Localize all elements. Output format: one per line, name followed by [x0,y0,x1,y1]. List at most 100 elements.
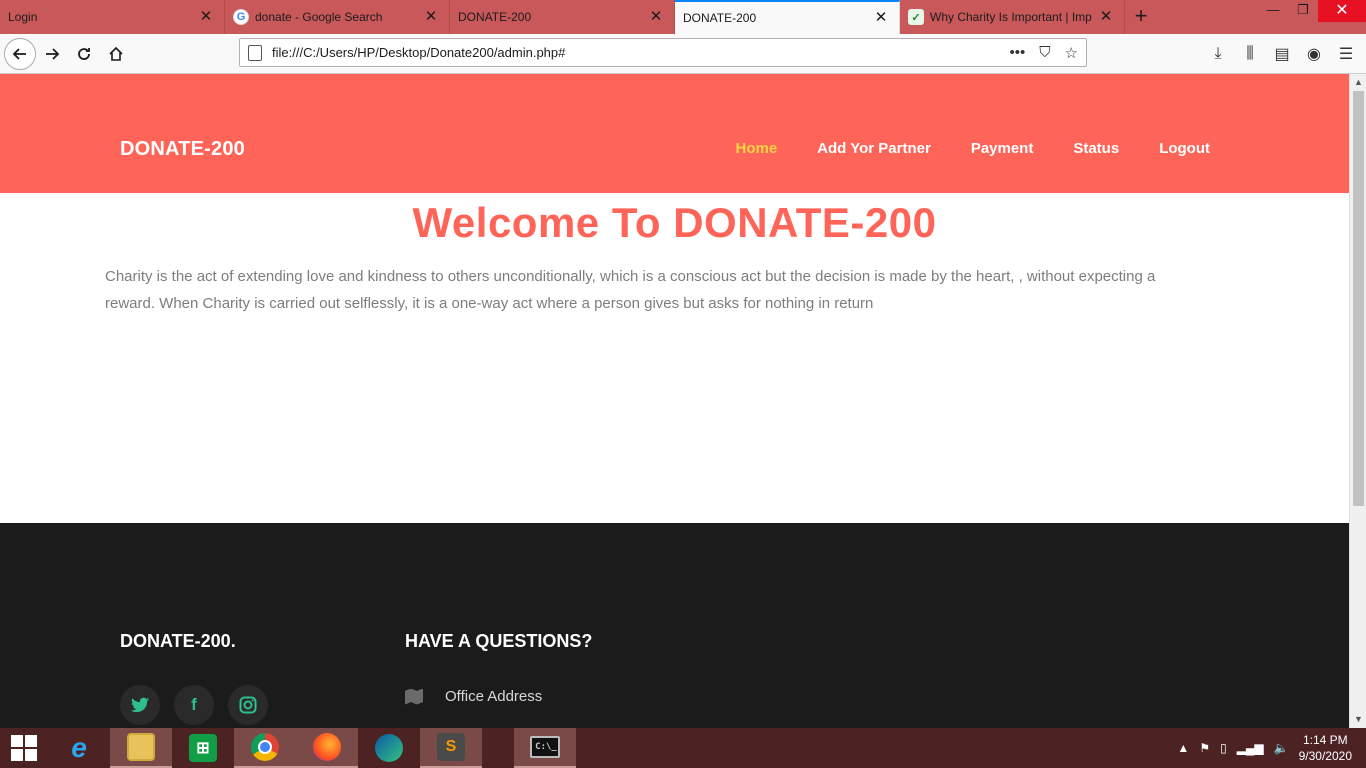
system-tray: ▲ ⚑ ▯ ▂▄▆ 🔈 1:14 PM 9/30/2020 [1177,732,1366,764]
tab-title: donate - Google Search [255,10,383,24]
office-address: Office Address [405,688,542,705]
tab-title: DONATE-200 [683,11,757,25]
tab-donate-200-active[interactable]: DONATE-200 ✕ [675,0,900,34]
new-tab-button[interactable]: + [1125,0,1157,34]
window-controls: — ❐ ✕ [1258,0,1366,34]
command-prompt-icon: C:\_ [530,736,560,758]
tab-title: Login [8,10,38,24]
questions-heading: HAVE A QUESTIONS? [405,631,593,651]
office-address-label: Office Address [445,688,543,705]
close-tab-icon[interactable]: ✕ [1098,9,1114,25]
arrow-left-icon [12,47,26,60]
tab-login[interactable]: Login ✕ [0,0,225,34]
firefox-icon [313,733,341,761]
menu-item-payment[interactable]: Payment [971,140,1034,157]
clock-date: 9/30/2020 [1298,749,1352,763]
close-tab-icon[interactable]: ✕ [423,9,439,25]
sublime-text-icon: S [437,733,465,761]
flag-icon[interactable]: ⚑ [1199,741,1210,755]
start-button[interactable] [0,728,48,768]
pocket-icon[interactable]: ⛉ [1039,44,1050,62]
url-text[interactable]: file:///C:/Users/HP/Desktop/Donate200/ad… [272,45,1010,60]
menu-item-logout[interactable]: Logout [1159,140,1210,157]
volume-icon[interactable]: 🔈 [1274,741,1289,755]
scroll-thumb[interactable] [1353,91,1364,506]
restore-icon[interactable]: ❐ [1288,0,1318,34]
taskbar-cmd[interactable]: C:\_ [514,728,576,768]
taskbar-edge[interactable] [358,728,420,768]
intro-paragraph: Charity is the act of extending love and… [105,268,1156,312]
social-links: f [120,685,268,725]
site-menu: Home Add Yor Partner Payment Status Logo… [735,140,1210,157]
reload-button[interactable] [68,38,100,70]
address-bar[interactable]: file:///C:/Users/HP/Desktop/Donate200/ad… [239,38,1087,67]
taskbar-internet-explorer[interactable]: e [48,728,110,768]
store-icon: ⊞ [189,734,217,762]
page-title: Welcome To DONATE-200 [412,199,937,246]
file-explorer-icon [127,733,155,761]
bookmark-star-icon[interactable]: ☆ [1065,44,1078,62]
browser-navbar: file:///C:/Users/HP/Desktop/Donate200/ad… [0,34,1366,74]
sidebar-icon[interactable]: ▤ [1266,38,1298,70]
back-button[interactable] [4,37,36,70]
tab-google-search[interactable]: G donate - Google Search ✕ [225,0,450,34]
menu-item-add-partner[interactable]: Add Yor Partner [817,140,931,157]
tab-title: Why Charity Is Important | Imp [930,10,1092,24]
tab-donate-200[interactable]: DONATE-200 ✕ [450,0,675,34]
page-scrollbar[interactable]: ▲ ▼ [1349,74,1366,728]
more-actions-icon[interactable]: ••• [1010,44,1026,62]
chrome-icon [251,733,279,761]
instagram-icon[interactable] [228,685,268,725]
site-header: DONATE-200 Home Add Yor Partner Payment … [0,74,1349,193]
clock-time: 1:14 PM [1302,733,1348,747]
tab-why-charity[interactable]: ✓ Why Charity Is Important | Imp ✕ [900,0,1125,34]
taskbar-firefox[interactable] [296,728,358,768]
taskbar-store[interactable]: ⊞ [172,728,234,768]
forward-button[interactable] [36,38,68,70]
scroll-up-icon[interactable]: ▲ [1350,74,1366,91]
home-button[interactable] [100,38,132,70]
menu-item-status[interactable]: Status [1073,140,1119,157]
windows-taskbar: e ⊞ S C:\_ ▲ ⚑ ▯ ▂▄▆ 🔈 1:14 PM 9/30/2020 [0,728,1366,768]
minimize-icon[interactable]: — [1258,0,1288,34]
site-brand[interactable]: DONATE-200 [120,138,245,161]
internet-explorer-icon: e [71,732,87,763]
page-icon [248,44,262,61]
twitter-icon[interactable] [120,685,160,725]
browser-tabstrip: Login ✕ G donate - Google Search ✕ DONAT… [0,0,1366,34]
windows-logo-icon [11,735,37,761]
url-actions: ••• ⛉ ☆ [1010,44,1078,62]
clock[interactable]: 1:14 PM 9/30/2020 [1299,732,1352,764]
menu-item-home[interactable]: Home [735,140,777,157]
web-page: DONATE-200 Home Add Yor Partner Payment … [0,74,1349,728]
site-footer: DONATE-200. HAVE A QUESTIONS? f Office A… [0,523,1349,728]
arrow-right-icon [46,47,60,60]
reload-icon [78,47,90,60]
twitter-bird-icon [131,697,149,713]
chevron-up-icon[interactable]: ▲ [1177,741,1189,755]
close-tab-icon[interactable]: ✕ [873,10,889,26]
taskbar-chrome[interactable] [234,728,296,768]
account-icon[interactable]: ◉ [1298,38,1330,70]
toolbar-right: ⤓ ⫼ ▤ ◉ ☰ [1202,38,1362,70]
scroll-down-icon[interactable]: ▼ [1350,711,1366,728]
download-icon[interactable]: ⤓ [1202,38,1234,70]
close-tab-icon[interactable]: ✕ [198,9,214,25]
window-close-icon[interactable]: ✕ [1318,0,1366,22]
battery-icon[interactable]: ▯ [1220,741,1227,755]
home-icon [109,46,123,61]
network-icon[interactable]: ▂▄▆ [1237,741,1264,755]
map-icon [405,688,423,705]
google-icon: G [233,9,249,25]
close-tab-icon[interactable]: ✕ [648,9,664,25]
leaf-icon: ✓ [908,9,924,25]
taskbar-file-explorer[interactable] [110,728,172,768]
instagram-glyph-icon [239,696,257,714]
taskbar-sublime[interactable]: S [420,728,482,768]
library-icon[interactable]: ⫼ [1234,38,1266,70]
tab-title: DONATE-200 [458,10,532,24]
facebook-icon[interactable]: f [174,685,214,725]
footer-brand: DONATE-200. [120,631,236,651]
menu-icon[interactable]: ☰ [1330,38,1362,70]
edge-icon [375,734,403,762]
